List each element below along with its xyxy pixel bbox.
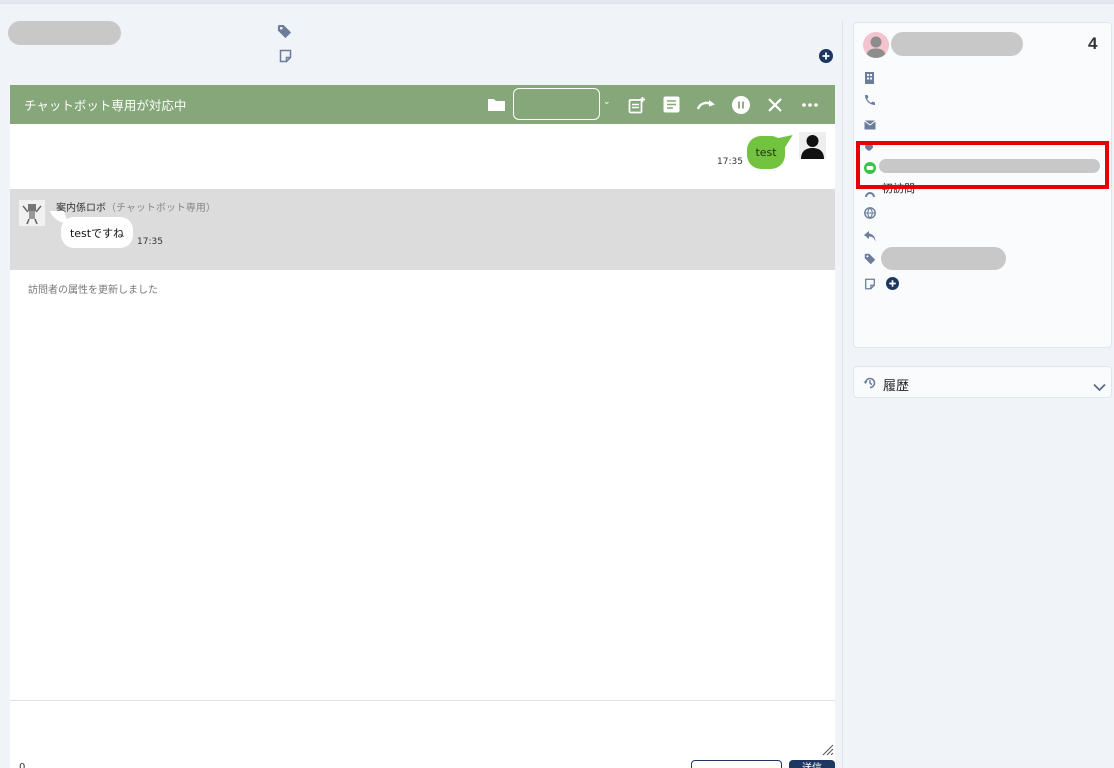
bot-message-bubble: testですね bbox=[61, 217, 133, 248]
phone-icon bbox=[864, 91, 876, 110]
visit-count: 4 bbox=[1088, 34, 1098, 53]
profile-name-redacted bbox=[891, 32, 1023, 56]
channel-select[interactable] bbox=[513, 88, 600, 120]
visitor-name-redacted bbox=[8, 21, 121, 45]
robot-avatar-icon bbox=[19, 200, 45, 226]
memo-icon[interactable] bbox=[279, 48, 292, 67]
pause-icon[interactable] bbox=[729, 85, 753, 124]
visitor-message-bubble: test bbox=[747, 136, 785, 169]
chevron-down-icon[interactable]: ⌄ bbox=[603, 97, 611, 107]
memo-icon[interactable] bbox=[864, 275, 876, 294]
bot-role-text: （チャットボット専用） bbox=[106, 203, 216, 214]
char-counter: 0 bbox=[19, 762, 26, 768]
tag-icon bbox=[864, 250, 876, 269]
profile-avatar bbox=[863, 32, 889, 58]
send-button[interactable]: 送信 bbox=[789, 760, 835, 768]
close-icon[interactable] bbox=[764, 85, 786, 124]
transfer-icon[interactable] bbox=[694, 85, 718, 124]
globe-icon bbox=[864, 204, 876, 223]
document-icon[interactable] bbox=[660, 85, 682, 124]
resize-handle-icon[interactable] bbox=[820, 741, 834, 760]
visitor-message-time: 17:35 bbox=[717, 157, 743, 167]
chat-status-title: チャットボット専用が対応中 bbox=[24, 98, 187, 113]
panel-divider bbox=[842, 20, 843, 768]
tag-icon[interactable] bbox=[277, 24, 292, 43]
history-panel[interactable]: 履歴 bbox=[853, 366, 1112, 398]
mail-icon bbox=[864, 115, 876, 134]
reply-icon bbox=[864, 227, 876, 246]
add-circle-icon[interactable] bbox=[819, 48, 833, 67]
template-button[interactable] bbox=[691, 760, 782, 768]
visitor-avatar bbox=[799, 132, 826, 159]
folder-icon[interactable] bbox=[484, 85, 508, 124]
add-circle-icon[interactable] bbox=[886, 275, 899, 294]
chat-panel: チャットボット専用が対応中 ⌄ test 17:35 案内係ロボ（チャットボット… bbox=[10, 85, 835, 768]
building-icon bbox=[864, 69, 875, 88]
highlight-box bbox=[856, 141, 1109, 189]
add-note-icon[interactable] bbox=[626, 85, 648, 124]
more-icon[interactable] bbox=[799, 85, 821, 124]
chat-header: チャットボット専用が対応中 ⌄ bbox=[10, 85, 835, 124]
system-note: 訪問者の属性を更新しました bbox=[28, 285, 158, 296]
top-border bbox=[0, 0, 1114, 4]
history-label: 履歴 bbox=[883, 379, 910, 394]
chevron-down-icon[interactable] bbox=[1093, 377, 1106, 396]
tag-redacted bbox=[881, 247, 1006, 270]
bot-name: 案内係ロボ（チャットボット専用） bbox=[56, 199, 216, 214]
history-icon bbox=[863, 375, 877, 394]
bot-message-time: 17:35 bbox=[137, 237, 163, 247]
bot-message-row: 案内係ロボ（チャットボット専用） testですね 17:35 bbox=[10, 189, 835, 270]
message-input[interactable] bbox=[10, 700, 835, 768]
